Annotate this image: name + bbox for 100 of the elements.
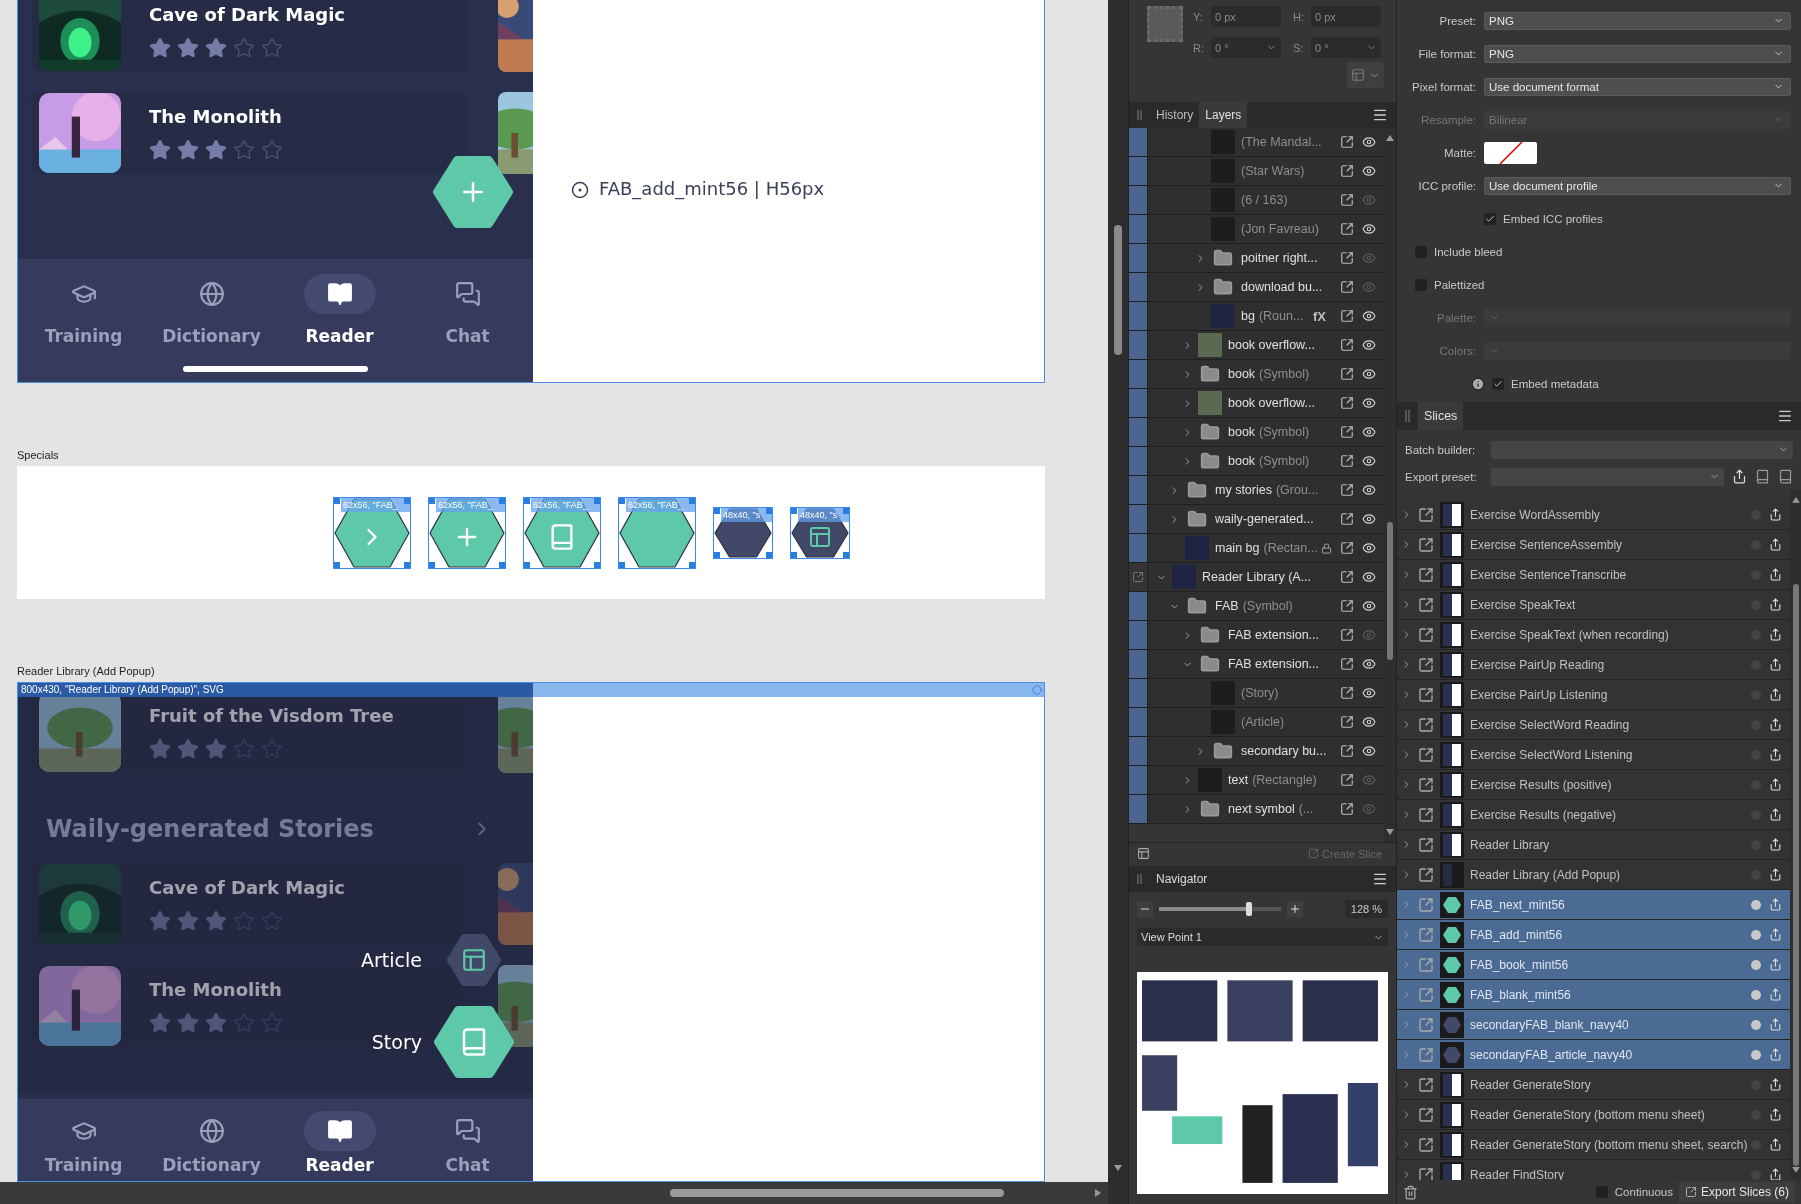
resize-handle[interactable] xyxy=(499,497,505,504)
layer-row[interactable]: download bu... xyxy=(1129,273,1384,302)
layer-row[interactable]: (Story) xyxy=(1129,679,1384,708)
selection-frame[interactable]: 48x40, "s xyxy=(713,506,773,559)
eye-icon[interactable] xyxy=(1362,309,1376,323)
eye-icon[interactable] xyxy=(1362,222,1376,236)
scrollbar-thumb[interactable] xyxy=(1792,583,1799,1167)
scroll-up-icon[interactable] xyxy=(1791,496,1800,504)
nav-tab[interactable]: Reader xyxy=(275,1111,404,1175)
export-icon[interactable] xyxy=(1769,688,1782,701)
slice-row[interactable]: Exercise PairUp Reading xyxy=(1397,650,1790,680)
export-icon[interactable] xyxy=(1769,1048,1782,1061)
export-icon[interactable] xyxy=(1340,744,1354,758)
add-button[interactable] xyxy=(433,156,513,228)
export-icon[interactable] xyxy=(1340,541,1354,555)
export-icon[interactable] xyxy=(1769,508,1782,521)
export-icon[interactable] xyxy=(1769,1108,1782,1121)
slice-row[interactable]: FAB_book_mint56 xyxy=(1397,950,1790,980)
export-icon[interactable] xyxy=(1340,628,1354,642)
layer-row[interactable]: (6 / 163) xyxy=(1129,186,1384,215)
export-icon[interactable] xyxy=(1340,251,1354,265)
story-card[interactable]: Fruit of the Visdom Tree xyxy=(31,697,469,773)
export-icon[interactable] xyxy=(1340,599,1354,613)
layer-row[interactable]: bg (Roun... fX xyxy=(1129,302,1384,331)
eye-icon[interactable] xyxy=(1362,541,1376,555)
eye-icon[interactable] xyxy=(1362,715,1376,729)
slice-row[interactable]: Reader Library (Add Popup) xyxy=(1397,860,1790,890)
slice-row[interactable]: Reader GenerateStory xyxy=(1397,1070,1790,1100)
export-icon[interactable] xyxy=(1769,598,1782,611)
export-icon[interactable] xyxy=(1340,686,1354,700)
scroll-down-icon[interactable] xyxy=(1386,828,1394,836)
checkbox[interactable]: Palettized xyxy=(1415,278,1485,291)
eye-icon[interactable] xyxy=(1362,744,1376,758)
export-icon[interactable] xyxy=(1769,838,1782,851)
export-icon[interactable] xyxy=(1340,164,1354,178)
export-icon[interactable] xyxy=(1769,1018,1782,1031)
zoom-out-button[interactable] xyxy=(1137,901,1153,917)
eye-icon[interactable] xyxy=(1362,686,1376,700)
slice-row[interactable]: Exercise SpeakText (when recording) xyxy=(1397,620,1790,650)
input-field[interactable]: 0 px xyxy=(1311,6,1381,27)
export-icon[interactable] xyxy=(1769,1168,1782,1180)
resize-handle[interactable] xyxy=(766,507,772,514)
layer-row[interactable]: text (Rectangle) xyxy=(1129,766,1384,795)
resize-handle[interactable] xyxy=(594,497,600,504)
dropdown[interactable]: Use document format xyxy=(1484,77,1791,96)
slice-row[interactable]: FAB_next_mint56 xyxy=(1397,890,1790,920)
scrollbar-thumb[interactable] xyxy=(1387,522,1393,660)
export-icon[interactable] xyxy=(1769,658,1782,671)
resize-handle[interactable] xyxy=(689,497,695,504)
nav-tab[interactable]: Chat xyxy=(403,274,532,346)
layer-row[interactable]: FAB (Symbol) xyxy=(1129,592,1384,621)
zoom-in-button[interactable] xyxy=(1287,901,1303,917)
layer-row[interactable]: waily-generated... xyxy=(1129,505,1384,534)
resize-handle[interactable] xyxy=(404,497,410,504)
export-icon[interactable] xyxy=(1340,570,1354,584)
layer-row[interactable]: book (Symbol) xyxy=(1129,360,1384,389)
eye-icon[interactable] xyxy=(1362,454,1376,468)
panel-tab[interactable]: Layers xyxy=(1199,102,1248,128)
slice-row[interactable]: Exercise Results (negative) xyxy=(1397,800,1790,830)
preset-icon[interactable] xyxy=(1755,469,1770,484)
scroll-down-icon[interactable] xyxy=(1114,1164,1122,1172)
export-slices-button[interactable]: Export Slices (6) xyxy=(1678,1182,1795,1202)
resize-handle[interactable] xyxy=(429,497,435,504)
layer-row[interactable]: secondary bu... xyxy=(1129,737,1384,766)
layer-row[interactable]: (Star Wars) xyxy=(1129,157,1384,186)
eye-icon[interactable] xyxy=(1362,367,1376,381)
scroll-right-icon[interactable] xyxy=(1094,1189,1102,1197)
eye-icon[interactable] xyxy=(1362,657,1376,671)
slice-row[interactable]: Exercise PairUp Listening xyxy=(1397,680,1790,710)
menu-icon[interactable] xyxy=(1777,408,1793,424)
input-field[interactable]: 0 px xyxy=(1211,6,1281,27)
slider-thumb[interactable] xyxy=(1246,902,1253,916)
menu-icon[interactable] xyxy=(1372,871,1388,887)
resize-handle[interactable] xyxy=(334,561,340,568)
layer-row[interactable]: Reader Library (A... xyxy=(1129,563,1384,592)
scroll-up-icon[interactable] xyxy=(1386,134,1394,142)
resize-handle[interactable] xyxy=(791,507,797,514)
export-icon[interactable] xyxy=(1769,958,1782,971)
layer-row[interactable]: book (Symbol) xyxy=(1129,447,1384,476)
scrollbar-thumb[interactable] xyxy=(670,1189,1004,1197)
export-icon[interactable] xyxy=(1769,808,1782,821)
panel-grip[interactable] xyxy=(1405,410,1410,422)
resize-handle[interactable] xyxy=(619,561,625,568)
story-card[interactable]: Cave of Dark Magic xyxy=(31,863,469,945)
nav-tab[interactable]: Training xyxy=(19,1111,148,1175)
nav-tab[interactable]: Training xyxy=(19,274,148,346)
export-icon[interactable] xyxy=(1340,483,1354,497)
export-icon[interactable] xyxy=(1340,193,1354,207)
export-icon[interactable] xyxy=(1769,1138,1782,1151)
export-icon[interactable] xyxy=(1769,898,1782,911)
resize-handle[interactable] xyxy=(714,551,720,558)
checkbox[interactable]: Include bleed xyxy=(1415,245,1503,258)
trash-icon[interactable] xyxy=(1403,1184,1418,1200)
view-point-dropdown[interactable]: View Point 1 xyxy=(1137,928,1388,946)
dropdown[interactable]: 0 ° xyxy=(1211,37,1281,58)
eye-icon[interactable] xyxy=(1362,135,1376,149)
export-icon[interactable] xyxy=(1769,538,1782,551)
selection-frame[interactable]: 48x40, "s xyxy=(790,506,850,559)
layer-row[interactable]: next symbol (... xyxy=(1129,795,1384,824)
eye-icon[interactable] xyxy=(1362,396,1376,410)
